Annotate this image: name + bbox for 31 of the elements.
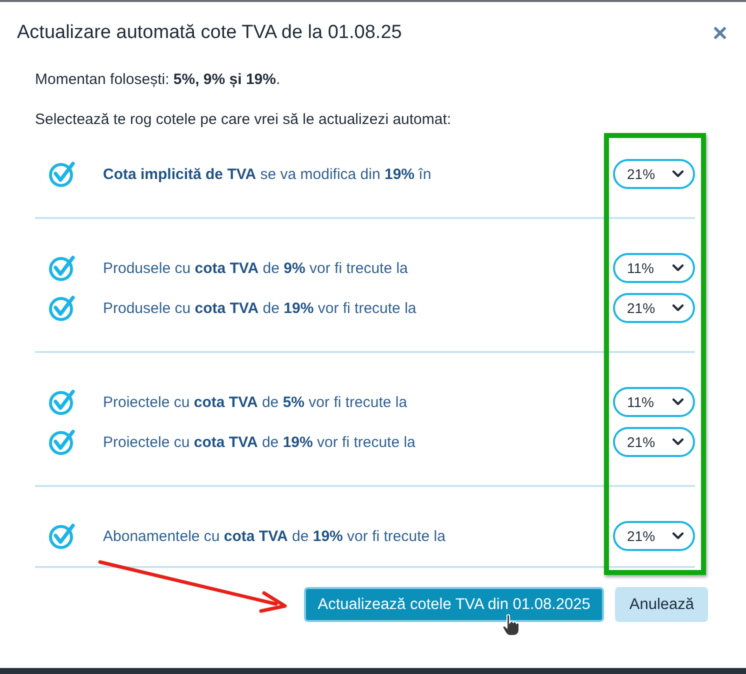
rate-select[interactable]: 21% <box>613 159 695 189</box>
check-circle-icon[interactable] <box>48 254 76 282</box>
chevron-down-icon <box>672 304 684 312</box>
close-icon[interactable] <box>714 27 726 39</box>
hand-cursor-icon <box>502 614 520 637</box>
rate-change-text: Cota implicită de TVA se va modifica din 19% în <box>103 166 432 182</box>
rate-change-text: Abonamentele cu cota TVA de 19% vor fi trecute la <box>103 528 446 544</box>
rate-select[interactable]: 21% <box>613 293 695 323</box>
check-circle-icon[interactable] <box>48 428 76 456</box>
chevron-down-icon <box>672 532 684 540</box>
rate-select[interactable]: 21% <box>613 427 695 457</box>
check-circle-icon[interactable] <box>48 522 76 550</box>
chevron-down-icon <box>672 170 684 178</box>
rate-change-text: Produsele cu cota TVA de 19% vor fi trecute la <box>103 300 418 316</box>
rate-change-text: Proiectele cu cota TVA de 5% vor fi trecute la <box>103 394 408 410</box>
rate-select[interactable]: 11% <box>613 387 695 417</box>
rate-change-text: Produsele cu cota TVA de 9% vor fi trecute la <box>103 260 409 276</box>
dialog-title: Actualizare automată cote TVA de la 01.08.25 <box>17 21 402 45</box>
cancel-button[interactable]: Anulează <box>615 587 708 622</box>
chevron-down-icon <box>672 264 684 272</box>
check-circle-icon[interactable] <box>48 160 76 188</box>
check-circle-icon[interactable] <box>48 388 76 416</box>
check-circle-icon[interactable] <box>48 294 76 322</box>
chevron-down-icon <box>672 438 684 446</box>
current-rates-text: Momentan folosești: 5%, 9% și 19%. <box>35 70 282 90</box>
instruction-text: Selectează te rog cotele pe care vrei să le actualizezi automat: <box>35 110 452 130</box>
rate-select[interactable]: 11% <box>613 253 695 283</box>
update-rates-button[interactable]: Actualizează cotele TVA din 01.08.2025 <box>304 587 604 622</box>
rate-select[interactable]: 21% <box>613 521 695 551</box>
rate-change-text: Proiectele cu cota TVA de 19% vor fi trecute la <box>103 434 416 450</box>
chevron-down-icon <box>672 398 684 406</box>
